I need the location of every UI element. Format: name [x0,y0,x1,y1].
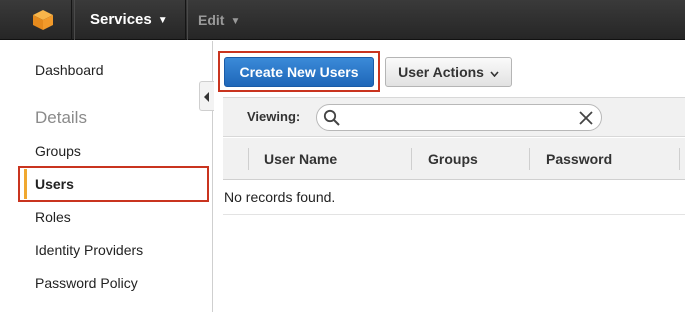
edit-menu[interactable]: Edit ▼ [187,0,257,40]
users-table-header: User Name Groups Password [223,138,685,180]
services-label: Services [90,11,152,28]
sidebar-item-identity-providers[interactable]: Identity Providers [35,242,143,258]
column-divider [248,148,249,170]
sidebar-item-dashboard[interactable]: Dashboard [35,62,104,78]
search-box [316,104,602,131]
filter-bar: Viewing: [223,97,685,137]
user-actions-label: User Actions [398,64,484,80]
collapse-sidebar-toggle[interactable] [199,81,214,111]
sidebar-heading-details: Details [35,108,87,127]
column-divider [529,148,530,170]
create-new-users-button[interactable]: Create New Users [224,57,374,87]
chevron-down-icon: ▼ [230,16,241,27]
edit-label: Edit [198,12,225,28]
column-divider [411,148,412,170]
empty-table-message: No records found. [224,189,336,205]
search-input[interactable] [345,108,565,127]
services-menu[interactable]: Services ▼ [74,0,186,40]
column-header-groups[interactable]: Groups [428,151,478,167]
close-icon[interactable] [579,111,593,125]
top-navigation-bar: Services ▼ Edit ▼ [0,0,685,40]
column-divider [679,148,680,170]
chevron-down-icon [490,71,499,78]
sidebar-item-groups[interactable]: Groups [35,143,81,159]
row-divider [223,214,685,215]
sidebar-item-password-policy[interactable]: Password Policy [35,275,138,291]
column-header-user-name[interactable]: User Name [264,151,337,167]
column-header-password[interactable]: Password [546,151,612,167]
chevron-down-icon: ▼ [157,15,168,26]
sidebar-item-roles[interactable]: Roles [35,209,71,225]
viewing-label: Viewing: [247,109,301,124]
users-highlight-box [18,166,209,202]
aws-cube-icon [33,10,53,30]
user-actions-button[interactable]: User Actions [385,57,512,87]
logo-home-link[interactable] [0,0,72,40]
search-icon [323,109,340,126]
